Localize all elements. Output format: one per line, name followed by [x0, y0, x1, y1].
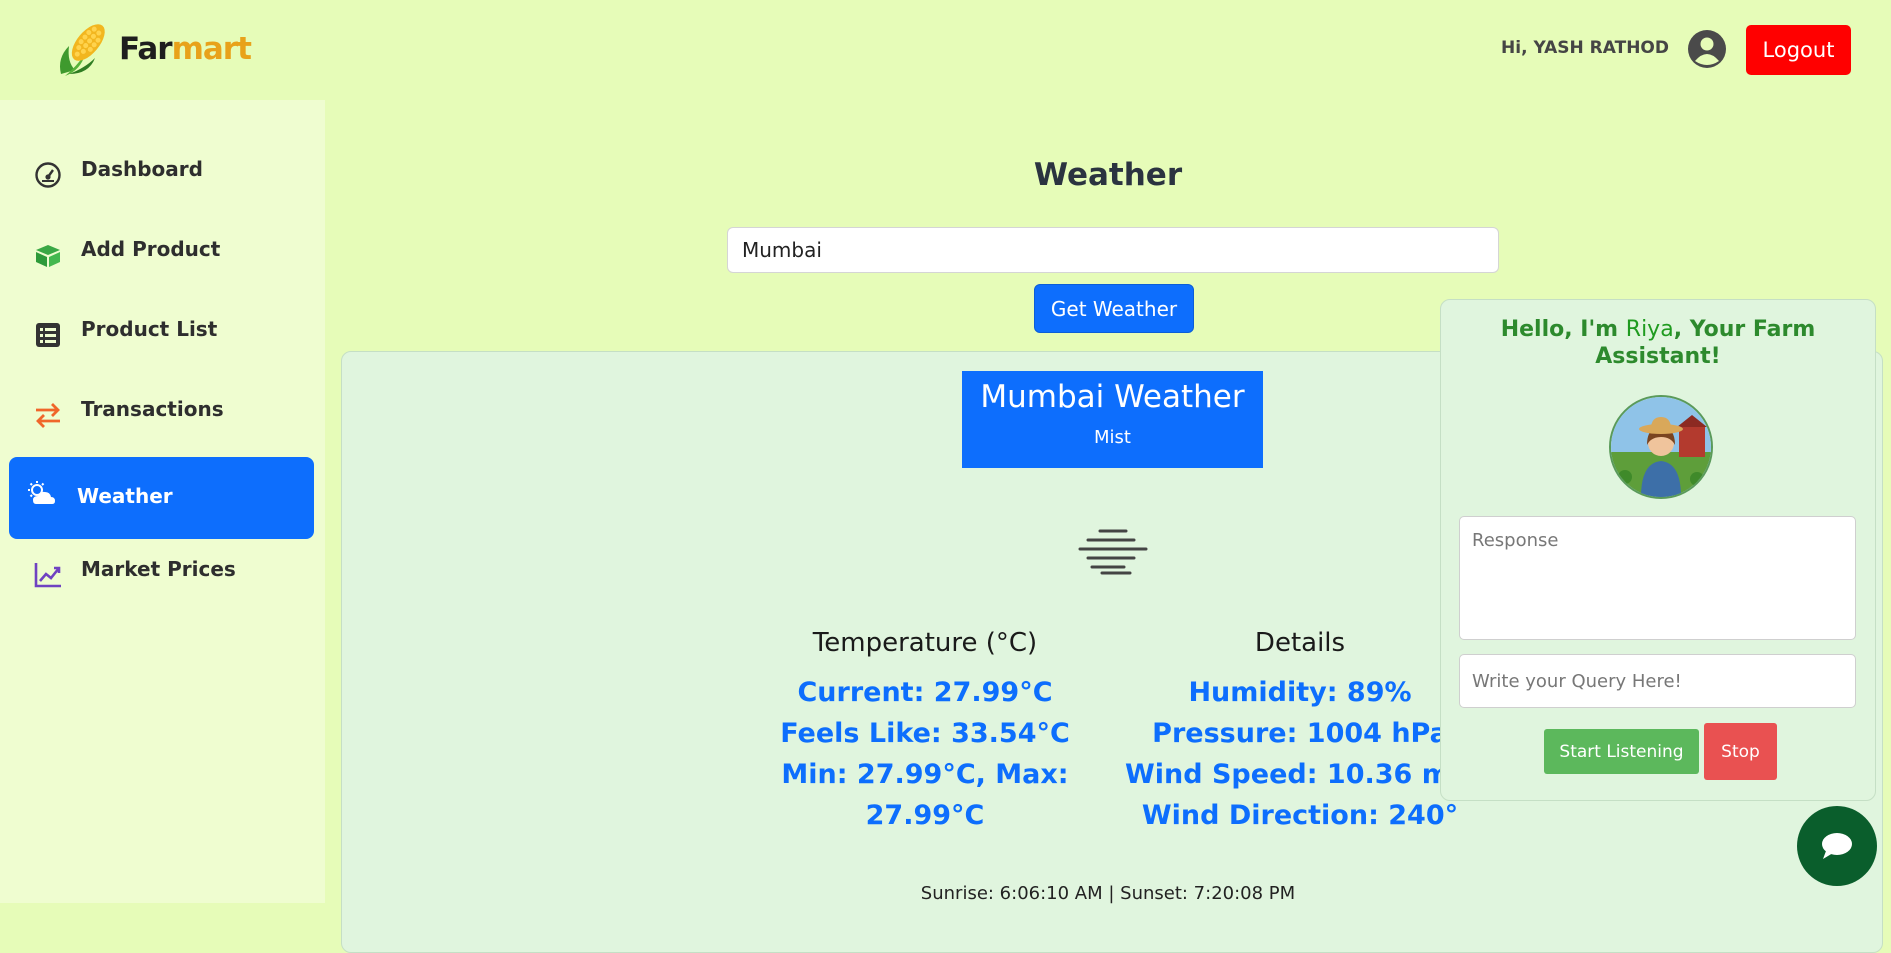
- farmart-logo[interactable]: Farmart: [55, 18, 252, 80]
- city-search-input[interactable]: Mumbai: [727, 227, 1499, 273]
- mist-icon: [1078, 529, 1148, 575]
- user-greeting: Hi, YASH RATHOD: [1501, 38, 1669, 58]
- corn-icon: [60, 24, 105, 76]
- query-input[interactable]: Write your Query Here!: [1459, 654, 1856, 708]
- response-textarea[interactable]: Response: [1459, 516, 1856, 640]
- city-weather-header: Mumbai Weather Mist: [962, 371, 1263, 468]
- weather-icon: [27, 479, 57, 509]
- assistant-name: Riya: [1625, 317, 1674, 342]
- min-max-temperature: Min: 27.99°C, Max: 27.99°C: [781, 759, 1069, 831]
- sidebar-item-label: Weather: [77, 484, 173, 508]
- sidebar-item-transactions[interactable]: Transactions: [9, 370, 314, 452]
- list-icon: [33, 320, 63, 350]
- brand-part-mart: mart: [171, 31, 252, 67]
- chart-icon: [33, 560, 63, 590]
- humidity-value: Humidity: 89%: [1188, 677, 1412, 708]
- sidebar-item-weather[interactable]: Weather: [9, 457, 314, 539]
- sidebar-item-label: Transactions: [81, 397, 224, 421]
- brand-part-far: Far: [119, 31, 173, 67]
- sidebar-item-market-prices[interactable]: Market Prices: [9, 530, 314, 612]
- assistant-title-prefix: Hello, I'm: [1500, 317, 1626, 342]
- feels-like-temperature: Feels Like: 33.54°C: [780, 718, 1070, 749]
- farm-assistant-panel: Hello, I'm Riya, Your Farm Assistant! Re…: [1440, 299, 1876, 801]
- current-temperature: Current: 27.99°C: [797, 677, 1053, 708]
- chat-bubble-icon: [1822, 833, 1852, 859]
- details-section: Details Humidity: 89% Pressure: 1004 hPa…: [1125, 628, 1486, 836]
- box-icon: [33, 240, 63, 270]
- sunrise-sunset: Sunrise: 6:06:10 AM | Sunset: 7:20:08 PM: [920, 883, 1296, 904]
- temperature-heading: Temperature (°C): [812, 628, 1038, 658]
- transfer-icon: [33, 400, 63, 430]
- weather-description: Mist: [1094, 427, 1131, 448]
- wind-direction-value: Wind Direction: 240°: [1141, 800, 1459, 831]
- brand-name: Farmart: [119, 31, 252, 67]
- chat-toggle-button[interactable]: [1797, 806, 1877, 886]
- top-header: Farmart Hi, YASH RATHOD Logout: [0, 0, 1891, 100]
- pressure-value: Pressure: 1004 hPa: [1152, 718, 1448, 749]
- logout-button[interactable]: Logout: [1746, 25, 1851, 75]
- dashboard-icon: [33, 160, 63, 190]
- sidebar-item-product-list[interactable]: Product List: [9, 290, 314, 372]
- get-weather-button[interactable]: Get Weather: [1034, 284, 1194, 333]
- sidebar-item-label: Product List: [81, 317, 218, 341]
- sidebar-item-dashboard[interactable]: Dashboard: [9, 130, 314, 212]
- details-heading: Details: [1254, 628, 1346, 658]
- wind-speed-value: Wind Speed: 10.36 mps: [1125, 759, 1486, 790]
- temperature-section: Temperature (°C) Current: 27.99°C Feels …: [775, 628, 1075, 836]
- city-weather-title: Mumbai Weather: [980, 379, 1245, 415]
- assistant-title: Hello, I'm Riya, Your Farm Assistant!: [1441, 316, 1875, 370]
- sidebar-item-label: Add Product: [81, 237, 221, 261]
- user-avatar-icon[interactable]: [1687, 29, 1727, 69]
- sidebar-item-add-product[interactable]: Add Product: [9, 210, 314, 292]
- sidebar-item-label: Market Prices: [81, 557, 236, 581]
- start-listening-button[interactable]: Start Listening: [1544, 729, 1699, 774]
- page-title: Weather: [1033, 157, 1183, 193]
- assistant-avatar: [1609, 395, 1713, 499]
- sidebar-item-label: Dashboard: [81, 157, 203, 181]
- stop-button[interactable]: Stop: [1704, 723, 1777, 780]
- sidebar: Dashboard Add Product Product List Trans…: [0, 100, 325, 903]
